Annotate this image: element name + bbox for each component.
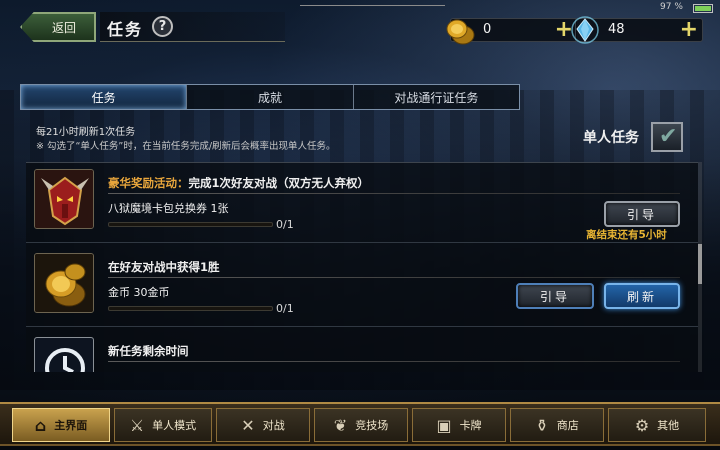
- nav-other[interactable]: ⚙ 其他: [608, 408, 706, 442]
- task-title-text: 完成1次好友对战（双方无人弃权）: [188, 176, 370, 190]
- page-title: 任务: [107, 20, 144, 39]
- solo-task-notice: ※ 勾选了“单人任务”时，在当前任务完成/刷新后会概率出现单人任务。: [36, 141, 336, 152]
- add-gems-button[interactable]: +: [680, 17, 698, 42]
- coin-counter: 0 +: [446, 17, 578, 45]
- task-item: 在好友对战中获得1胜 金币 30金币 0/1 引导 刷新: [26, 247, 698, 327]
- progress-text: 0/1: [276, 302, 294, 315]
- crossed-swords-icon: ✕: [241, 415, 255, 435]
- guide-button[interactable]: 引导: [516, 283, 594, 309]
- gem-counter: 48 +: [571, 16, 703, 44]
- battery-icon: [693, 4, 713, 13]
- nav-battle[interactable]: ✕ 对战: [216, 408, 310, 442]
- gem-value: 48: [608, 22, 625, 37]
- battery-percent: 97 %: [660, 2, 683, 12]
- battery-fill: [695, 6, 711, 11]
- sword-shield-icon: ⚔: [129, 415, 145, 435]
- gold-coins-icon: [34, 253, 94, 313]
- task-tabs: 任务 成就 对战通行证任务: [20, 84, 520, 110]
- task-reward: 金币 30金币: [108, 286, 170, 299]
- task-item: 豪华奖励活动：完成1次好友对战（双方无人弃权） 八狱魔境卡包兑换券 1张 0/1…: [26, 163, 698, 243]
- solo-task-label: 单人任务: [583, 130, 639, 146]
- check-icon: ✔: [659, 124, 678, 149]
- event-countdown: 离结束还有5小时: [586, 229, 667, 241]
- progress-text: 0/1: [276, 218, 294, 231]
- solo-task-checkbox[interactable]: ✔: [651, 122, 683, 152]
- task-title: 在好友对战中获得1胜: [108, 260, 220, 274]
- home-icon: ⌂: [34, 415, 47, 435]
- progress-bar: [108, 306, 273, 311]
- task-list: 豪华奖励活动：完成1次好友对战（双方无人弃权） 八狱魔境卡包兑换券 1张 0/1…: [26, 162, 698, 372]
- demon-mask-icon: [34, 169, 94, 229]
- back-button[interactable]: 返回: [20, 12, 96, 42]
- nav-solo-mode[interactable]: ⚔ 单人模式: [114, 408, 212, 442]
- title-divider: [300, 5, 445, 6]
- nav-solo-mode-label: 单人模式: [152, 419, 197, 432]
- crystal-icon: [571, 16, 599, 44]
- gears-icon: ⚙: [634, 415, 650, 435]
- nav-other-label: 其他: [657, 419, 680, 432]
- tab-battle-pass-tasks[interactable]: 对战通行证任务: [354, 85, 519, 109]
- progress-bar: [108, 222, 273, 227]
- bottom-nav: ⌂ 主界面 ⚔ 单人模式 ✕ 对战 ❦ 竞技场 ▣ 卡牌 ⚱ 商店 ⚙ 其他: [0, 402, 720, 446]
- refresh-notice: 每21小时刷新1次任务: [36, 127, 136, 138]
- task-list-scrollbar[interactable]: [698, 162, 702, 372]
- gold-coin-icon: [446, 19, 475, 45]
- task-divider: [108, 193, 680, 194]
- task-title: 豪华奖励活动：完成1次好友对战（双方无人弃权）: [108, 175, 369, 191]
- nav-shop-label: 商店: [556, 419, 579, 432]
- back-button-label: 返回: [51, 20, 76, 35]
- tab-tasks[interactable]: 任务: [21, 85, 188, 109]
- task-reward: 八狱魔境卡包兑换券 1张: [108, 202, 229, 215]
- nav-battle-label: 对战: [262, 419, 285, 432]
- guide-button[interactable]: 引导: [604, 201, 680, 227]
- nav-cards[interactable]: ▣ 卡牌: [412, 408, 506, 442]
- nav-shop[interactable]: ⚱ 商店: [510, 408, 604, 442]
- nav-arena[interactable]: ❦ 竞技场: [314, 408, 408, 442]
- coin-value: 0: [483, 22, 492, 37]
- laurel-icon: ❦: [333, 415, 348, 435]
- nav-cards-label: 卡牌: [459, 419, 482, 432]
- event-highlight: 豪华奖励活动：: [108, 176, 189, 190]
- task-divider: [108, 277, 680, 278]
- nav-arena-label: 竞技场: [355, 419, 389, 432]
- nav-home[interactable]: ⌂ 主界面: [12, 408, 110, 442]
- help-icon[interactable]: ?: [152, 16, 173, 37]
- top-bar: 返回 任务 ? 0 + 48 + 97 %: [0, 0, 720, 48]
- refresh-button[interactable]: 刷新: [604, 283, 680, 309]
- new-task-timer-label: 新任务剩余时间: [108, 344, 189, 358]
- cards-icon: ▣: [436, 415, 452, 435]
- task-divider: [108, 361, 680, 362]
- shop-icon: ⚱: [535, 415, 549, 435]
- timer-icon: [34, 337, 94, 372]
- task-item: 新任务剩余时间: [26, 331, 698, 372]
- tab-achievements[interactable]: 成就: [187, 85, 354, 109]
- nav-home-label: 主界面: [54, 419, 88, 432]
- scrollbar-thumb[interactable]: [698, 244, 702, 284]
